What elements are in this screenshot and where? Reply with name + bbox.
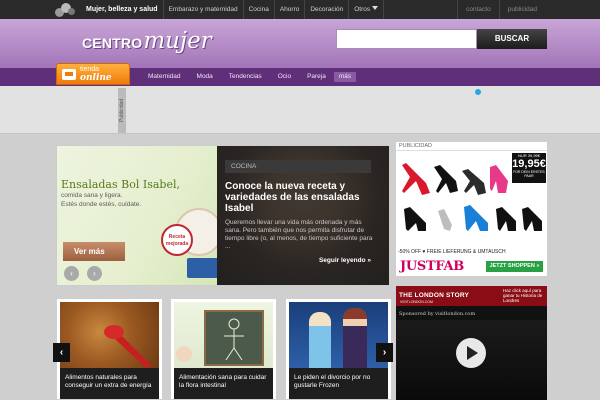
slider-next-button[interactable]: › (87, 266, 102, 281)
slider-prev-button[interactable]: ‹ (64, 266, 79, 281)
price-badge: NUR 39,95€ 19,95€ FÜR DEIN ERSTES PAAR (512, 153, 546, 183)
network-link-decoracion[interactable]: Decoración (305, 0, 350, 19)
slide-image[interactable]: Ensaladas Bol Isabel, comida sana y lige… (57, 146, 223, 285)
london-ad-sponsor: Sponsored by visitlondon.com (399, 311, 476, 317)
carousel-next-button[interactable]: › (376, 343, 393, 362)
nav-item-pareja[interactable]: Pareja (299, 68, 334, 86)
network-link-cocina[interactable]: Cocina (244, 0, 275, 19)
slide-description: Queremos llevar una vida más ordenada y … (225, 219, 373, 250)
london-ad-subtitle: VISITLONDON.COM (400, 300, 433, 304)
ad-info-icon[interactable] (475, 89, 481, 95)
nav-item-mas[interactable]: más (333, 72, 357, 82)
card-caption[interactable]: Le piden el divorcio por no gustarle Fro… (289, 368, 388, 399)
offer-strip: -50% OFF ♥ FREIE LIEFERUNG & UMTAUSCH (398, 249, 506, 255)
network-nav: Mujer, belleza y salud Embarazo y matern… (82, 0, 385, 19)
london-ad[interactable]: THE LONDON STORY VISITLONDON.COM Haz cli… (396, 286, 547, 400)
elsa-figure (309, 312, 331, 368)
search-button[interactable]: BUSCAR (477, 29, 547, 49)
card-caption[interactable]: Alimentos naturales para conseguir un ex… (60, 368, 159, 399)
ver-mas-button[interactable]: Ver más (63, 242, 125, 261)
card-caption[interactable]: Alimentación sana para cuidar la flora i… (174, 368, 273, 399)
card-image-nuts (60, 302, 159, 368)
spoon-illustration (104, 325, 152, 368)
slide-text-panel: COCINA Conoce la nueva receta y variedad… (217, 146, 389, 285)
utility-links: contacto publicidad (457, 0, 545, 19)
nav-item-maternidad[interactable]: Maternidad (140, 68, 189, 86)
slide-image-title: Ensaladas Bol Isabel, (61, 178, 180, 191)
isabel-product-image (187, 258, 219, 278)
otros-label: Otros (354, 6, 371, 13)
article-card[interactable]: Alimentación sana para cuidar la flora i… (170, 298, 277, 400)
chalkboard-image (204, 310, 264, 366)
network-link-otros[interactable]: Otros (349, 0, 385, 19)
body-sketch-icon (224, 318, 244, 361)
card-image-chalkboard (174, 302, 273, 368)
network-link-embarazo[interactable]: Embarazo y maternidad (164, 0, 244, 19)
contact-link[interactable]: contacto (457, 0, 499, 19)
recipe-stamp: Receta mejorada (161, 224, 193, 256)
search-input[interactable] (336, 29, 477, 49)
logo-text-mujer: mujer (143, 28, 212, 54)
person-head-image (176, 346, 192, 362)
nav-item-moda[interactable]: Moda (189, 68, 221, 86)
slide-image-subtitle-2: Estés donde estés, cuídate. (61, 201, 142, 208)
shopping-cart-icon (62, 69, 76, 80)
site-network-icon[interactable] (55, 3, 77, 17)
justfab-logo: JUSTFAB (400, 259, 464, 274)
shop-now-button[interactable]: JETZT SHOPPEN » (486, 261, 543, 272)
slide-title[interactable]: Conoce la nueva receta y variedades de l… (225, 181, 375, 214)
london-ad-video[interactable] (396, 320, 547, 400)
site-logo[interactable]: CENTRO mujer (82, 28, 212, 58)
price-note: FÜR DEIN ERSTES PAAR (513, 170, 545, 178)
slide-category[interactable]: COCINA (225, 160, 371, 173)
card-image-frozen (289, 302, 388, 368)
top-bar: Mujer, belleza y salud Embarazo y matern… (0, 0, 600, 19)
top-ad-banner[interactable] (0, 86, 600, 134)
london-ad-title: THE LONDON STORY (399, 292, 470, 299)
article-card[interactable]: Alimentos naturales para conseguir un ex… (56, 298, 163, 400)
network-link-ahorro[interactable]: Ahorro (275, 0, 306, 19)
chevron-down-icon (372, 6, 379, 10)
justfab-ad[interactable]: NUR 39,95€ 19,95€ FÜR DEIN ERSTES PAAR -… (396, 151, 547, 276)
advertising-vertical-label: Publicidad (118, 88, 126, 133)
play-icon[interactable] (456, 338, 486, 368)
slide-image-subtitle-1: comida sana y ligera. (61, 192, 123, 199)
nav-item-ocio[interactable]: Ocio (270, 68, 299, 86)
category-nav: Maternidad Moda Tendencias Ocio Pareja m… (140, 68, 357, 86)
carousel-prev-button[interactable]: ‹ (53, 343, 70, 362)
logo-text-centro: CENTRO (82, 35, 143, 51)
featured-slider: Ensaladas Bol Isabel, comida sana y lige… (56, 145, 390, 286)
london-ad-side-text: Haz click aquí para ganar tu Historia de… (503, 288, 543, 303)
read-more-link[interactable]: Seguir leyendo » (319, 257, 371, 264)
network-link-mujer[interactable]: Mujer, belleza y salud (82, 0, 164, 19)
price-main: 19,95€ (512, 158, 546, 170)
online-label: online (80, 73, 112, 83)
anna-figure (343, 308, 367, 368)
advertising-link[interactable]: publicidad (498, 0, 545, 19)
nav-item-tendencias[interactable]: Tendencias (221, 68, 270, 86)
london-ad-header: THE LONDON STORY VISITLONDON.COM Haz cli… (396, 286, 547, 306)
tienda-online-tab[interactable]: tienda online (56, 63, 130, 85)
sidebar-ad-label: PUBLICIDAD (396, 142, 547, 151)
